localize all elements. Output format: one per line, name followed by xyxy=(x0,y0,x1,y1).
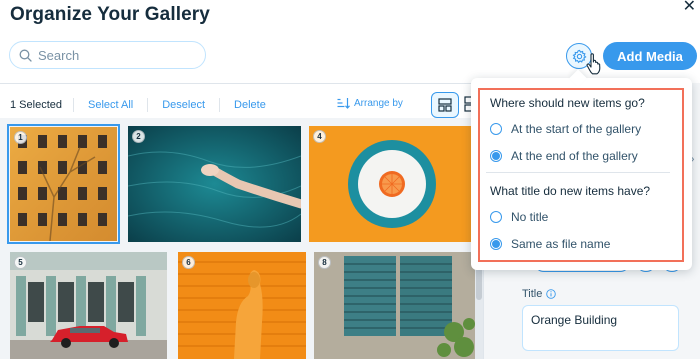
item-number-badge: 8 xyxy=(318,256,331,269)
radio-button-checked[interactable] xyxy=(490,150,502,162)
popover-divider xyxy=(486,172,670,173)
radio-button[interactable] xyxy=(490,123,502,135)
gallery-item[interactable]: 4 xyxy=(309,126,475,242)
gallery-item[interactable]: 8 xyxy=(314,252,475,359)
new-items-position-question: Where should new items go? xyxy=(490,96,645,110)
item-number-badge: 2 xyxy=(132,130,145,143)
radio-label: At the start of the gallery xyxy=(511,122,642,136)
title-field-label: Title xyxy=(522,288,557,300)
title-input[interactable]: Orange Building xyxy=(522,305,679,351)
grid-view-toggle[interactable] xyxy=(431,92,459,118)
title-label-text: Title xyxy=(522,288,543,300)
grid-view-icon xyxy=(438,98,452,112)
deselect-link[interactable]: Deselect xyxy=(162,99,205,111)
sort-icon xyxy=(337,98,350,109)
search-icon xyxy=(19,49,32,62)
hand-cursor-icon xyxy=(586,53,601,75)
radio-button-checked[interactable] xyxy=(490,238,502,250)
radio-option-no-title[interactable]: No title xyxy=(490,210,548,224)
close-icon[interactable]: ✕ xyxy=(683,0,696,16)
item-number-badge: 4 xyxy=(313,130,326,143)
gallery-item[interactable]: 2 xyxy=(128,126,301,242)
thumbnail-image xyxy=(314,252,475,359)
thumbnail-image xyxy=(10,127,117,241)
item-number-badge: 5 xyxy=(14,256,27,269)
select-all-link[interactable]: Select All xyxy=(88,99,133,111)
arrange-by-button[interactable]: Arrange by xyxy=(337,97,403,109)
selection-toolbar: 1 Selected Select All Deselect Delete xyxy=(10,97,266,113)
radio-option-file-name[interactable]: Same as file name xyxy=(490,237,610,251)
delete-link[interactable]: Delete xyxy=(234,99,266,111)
gallery-item[interactable]: 5 xyxy=(10,252,167,359)
radio-option-start[interactable]: At the start of the gallery xyxy=(490,122,641,136)
radio-label: At the end of the gallery xyxy=(511,149,638,163)
toolbar-divider xyxy=(0,83,475,84)
thumbnail-image xyxy=(128,126,301,242)
thumbnail-image xyxy=(309,126,475,242)
item-number-badge: 1 xyxy=(14,131,27,144)
radio-label: Same as file name xyxy=(511,237,611,251)
item-number-badge: 6 xyxy=(182,256,195,269)
radio-option-end[interactable]: At the end of the gallery xyxy=(490,149,638,163)
thumbnail-image xyxy=(10,252,167,359)
radio-label: No title xyxy=(511,210,549,224)
toolbar-separator xyxy=(219,98,221,112)
toolbar-separator xyxy=(147,98,149,112)
selected-count: 1 Selected xyxy=(10,99,62,111)
page-title: Organize Your Gallery xyxy=(10,4,210,25)
new-items-title-question: What title do new items have? xyxy=(490,184,651,198)
info-icon[interactable] xyxy=(546,289,557,299)
radio-button[interactable] xyxy=(490,211,502,223)
add-media-button[interactable]: Add Media xyxy=(603,42,697,70)
search-field[interactable] xyxy=(9,41,206,69)
thumbnail-image xyxy=(178,252,306,359)
gallery-item[interactable]: 1 xyxy=(7,124,120,244)
gallery-item[interactable]: 6 xyxy=(178,252,306,359)
search-input[interactable] xyxy=(38,47,188,63)
highlight-frame xyxy=(478,88,684,262)
toolbar-separator xyxy=(72,98,74,112)
arrange-by-label: Arrange by xyxy=(354,97,403,109)
